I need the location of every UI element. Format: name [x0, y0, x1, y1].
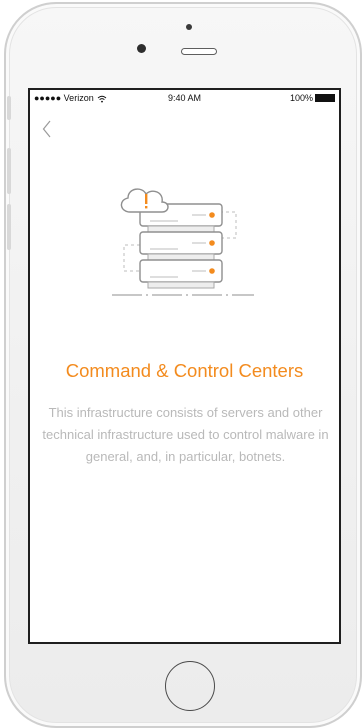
battery-icon — [315, 93, 335, 102]
mute-switch — [7, 96, 11, 120]
front-camera — [186, 24, 192, 30]
volume-down-button — [7, 204, 11, 250]
screen-title: Command & Control Centers — [65, 360, 304, 381]
screen-description: This infrastructure consists of servers … — [42, 405, 329, 464]
chevron-left-icon — [42, 120, 51, 138]
home-button[interactable] — [165, 661, 215, 711]
proximity-sensor — [137, 44, 146, 53]
volume-up-button — [7, 148, 11, 194]
status-bar: ●●●●● Verizon 9:40 AM 100% — [30, 90, 339, 106]
battery-indicator: 100% — [290, 90, 335, 106]
app-screen: ●●●●● Verizon 9:40 AM 100% Command & Con… — [28, 88, 341, 644]
back-button[interactable] — [36, 118, 58, 140]
battery-percent: 100% — [289, 93, 313, 103]
server-stack-alert-icon — [112, 188, 254, 296]
earpiece-speaker — [181, 48, 217, 55]
